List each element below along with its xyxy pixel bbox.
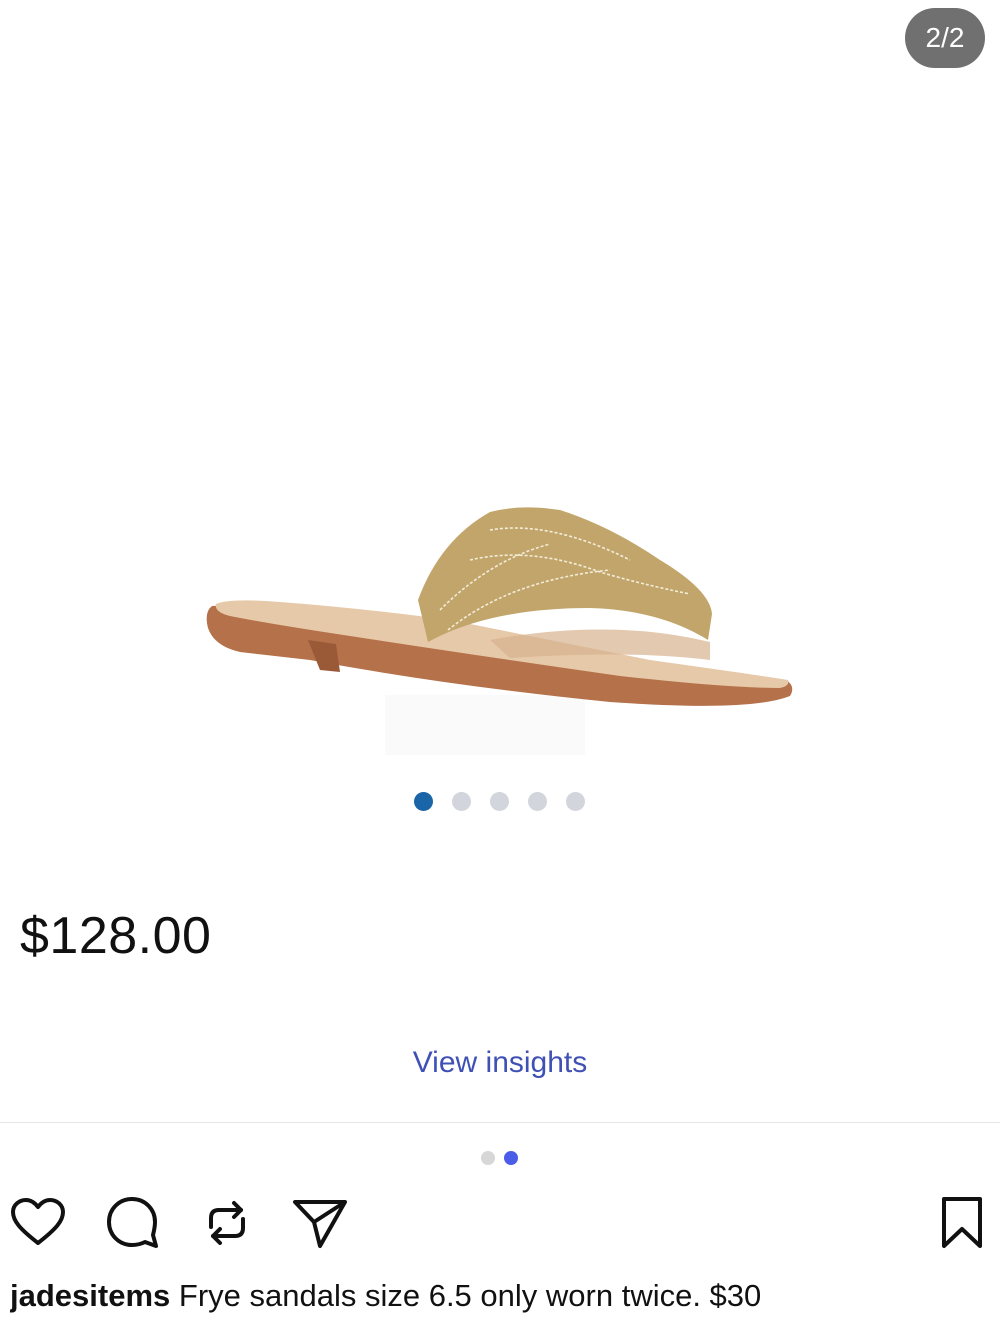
divider xyxy=(0,1122,1000,1123)
image-counter-badge: 2/2 xyxy=(905,8,985,68)
product-image-dot xyxy=(490,792,509,811)
repost-icon[interactable] xyxy=(197,1193,257,1253)
caption-username[interactable]: jadesitems xyxy=(10,1278,170,1313)
product-image-dot xyxy=(452,792,471,811)
send-icon[interactable] xyxy=(290,1193,350,1253)
product-image-dots xyxy=(414,792,585,811)
carousel-dot xyxy=(481,1151,495,1165)
comment-icon[interactable] xyxy=(103,1193,163,1253)
bookmark-icon[interactable] xyxy=(932,1193,992,1253)
product-image-dot-active xyxy=(414,792,433,811)
view-insights-link[interactable]: View insights xyxy=(0,1046,1000,1080)
product-image-dot xyxy=(566,792,585,811)
sandal-product-image xyxy=(190,490,810,770)
heart-icon[interactable] xyxy=(8,1193,68,1253)
post-caption: jadesitems Frye sandals size 6.5 only wo… xyxy=(10,1278,990,1314)
caption-text: Frye sandals size 6.5 only worn twice. $… xyxy=(178,1278,762,1313)
carousel-dot-active xyxy=(504,1151,518,1165)
carousel-dots xyxy=(481,1151,518,1165)
product-price: $128.00 xyxy=(20,907,212,965)
product-image-dot xyxy=(528,792,547,811)
